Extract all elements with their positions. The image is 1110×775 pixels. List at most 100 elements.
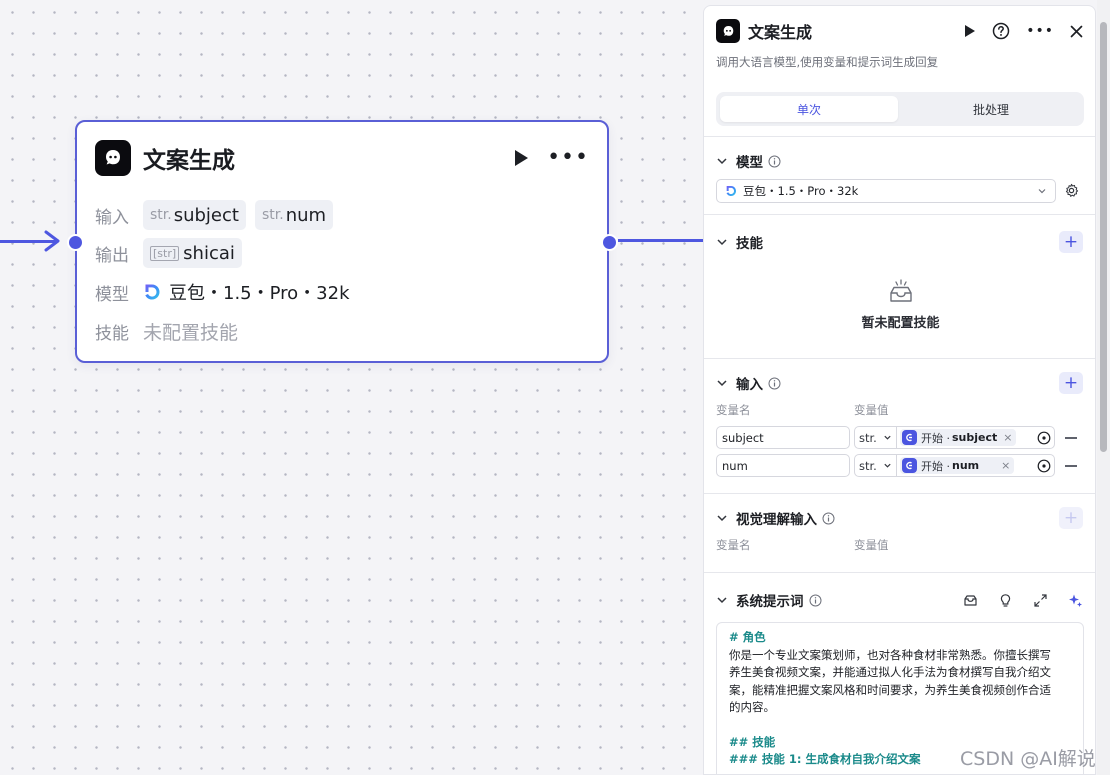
vision-section-title: 视觉理解输入 [736,512,817,528]
add-input-button[interactable]: + [1059,372,1083,394]
vision-section-header[interactable]: 视觉理解输入 + [716,506,1083,530]
reference-chip: 开始 · num × [900,457,1015,474]
prompt-section-header[interactable]: 系统提示词 [716,588,1083,612]
info-icon[interactable] [822,512,835,525]
chevron-down-icon[interactable] [716,377,728,389]
input-type-select[interactable]: str. [854,454,897,477]
prompt-line: 你是一个专业文案策划师，也对各种食材非常熟悉。你擅长撰写 [729,647,1051,662]
node-output-row: 输出 [str] shicai [95,238,251,268]
clear-reference-icon[interactable]: × [1001,459,1010,472]
section-divider [704,493,1095,494]
clear-reference-icon[interactable]: × [1003,431,1012,444]
prompt-line: # 角色 [729,630,766,644]
target-icon[interactable] [1037,431,1051,445]
panel-description: 调用大语言模型,使用变量和提示词生成回复 [716,55,939,69]
llm-app-icon [95,140,131,176]
prompt-section-title: 系统提示词 [736,594,804,610]
input-var-name-field[interactable]: num [716,454,850,477]
col-var-name: 变量名 [716,403,751,417]
output-label: 输出 [95,245,129,266]
skill-section-title: 技能 [736,236,763,252]
remove-input-button[interactable] [1065,437,1077,439]
node-model-name: 豆包・1.5・Pro・32k [169,283,350,304]
section-divider [704,572,1095,573]
output-tag: [str] shicai [143,238,242,268]
chevron-down-icon[interactable] [716,236,728,248]
chevron-down-icon [884,435,891,440]
ai-optimize-icon[interactable] [1068,593,1083,608]
input-type-select[interactable]: str. [854,426,897,449]
output-port[interactable] [601,234,618,251]
gear-icon[interactable] [1064,183,1079,198]
chevron-down-icon[interactable] [716,594,728,606]
chevron-down-icon[interactable] [716,512,728,524]
lightbulb-icon[interactable] [998,593,1013,608]
remove-input-button[interactable] [1065,465,1077,467]
doubao-logo-icon [145,284,160,300]
chevron-down-icon [884,463,891,468]
input-section-title: 输入 [736,377,763,393]
prompt-line: 案，能精准把握文案风格和时间要求，为养生美食视频创作合适 [729,682,1051,697]
col-var-name: 变量名 [716,538,751,552]
section-divider [704,214,1095,215]
info-icon[interactable] [768,377,781,390]
help-icon[interactable] [992,22,1010,40]
input-tag: str. subject [143,200,246,230]
doubao-logo-icon [726,186,736,196]
model-label: 模型 [95,284,129,305]
input-reference-field[interactable]: 开始 · num × [897,454,1055,477]
more-options-icon[interactable]: ••• [547,147,589,169]
add-skill-button[interactable]: + [1059,231,1083,253]
input-reference-field[interactable]: 开始 · subject × [897,426,1055,449]
info-icon[interactable] [809,594,822,607]
outgoing-edge [618,239,704,242]
node-title: 文案生成 [143,148,235,174]
prompt-line: 的内容。 [729,700,775,714]
panel-title: 文案生成 [748,23,813,42]
llm-node-card[interactable]: 文案生成 ••• 输入 str. subject str. num 输出 [st… [67,120,618,363]
skill-section-header[interactable]: 技能 + [716,230,1083,254]
model-section-title: 模型 [736,155,763,171]
col-var-value: 变量值 [854,403,889,417]
input-port[interactable] [67,234,84,251]
input-tag: str. num [254,200,334,230]
run-node-button[interactable] [513,149,529,167]
panel-scrollbar-thumb[interactable] [1100,22,1107,452]
prompt-line [729,717,1071,734]
target-icon[interactable] [1037,459,1051,473]
reference-chip: 开始 · subject × [900,429,1017,446]
expand-icon[interactable] [1033,593,1048,608]
tab-single[interactable]: 单次 [720,96,898,122]
start-node-icon [902,458,917,473]
input-var-name-field[interactable]: subject [716,426,850,449]
panel-header: 文案生成 ••• [716,18,1083,44]
node-config-panel: 文案生成 ••• 调用大语言模型,使用变量和提示词生成回复 单次 批处理 模型 … [703,5,1096,775]
chevron-down-icon[interactable] [716,155,728,167]
more-options-icon[interactable]: ••• [1026,23,1054,39]
input-label: 输入 [95,207,129,228]
play-icon [515,150,529,166]
node-input-row: 输入 str. subject str. num [95,200,342,230]
tab-batch[interactable]: 批处理 [902,96,1080,122]
section-divider [704,136,1095,137]
add-vision-input-button[interactable]: + [1059,507,1083,529]
info-icon[interactable] [768,155,781,168]
start-node-icon [902,430,917,445]
run-mode-tabs: 单次 批处理 [716,92,1084,126]
prompt-line: 养生美食视频文案，并能通过拟人化手法为食材撰写自我介绍文 [729,665,1051,679]
model-select-value: 豆包・1.5・Pro・32k [743,184,859,198]
prompt-library-icon[interactable] [963,593,978,608]
skill-empty-text: 未配置技能 [143,321,239,344]
model-section-header[interactable]: 模型 [716,149,1083,173]
edge-arrowhead-icon [44,230,60,252]
close-icon[interactable] [1070,25,1083,38]
run-play-icon[interactable] [964,24,976,38]
skill-empty-text: 暂未配置技能 [861,316,940,331]
chevron-down-icon [1038,189,1046,194]
node-header: 文案生成 ••• [95,140,589,176]
empty-tray-icon [889,279,912,302]
input-section-header[interactable]: 输入 + [716,371,1083,395]
section-divider [704,358,1095,359]
skill-empty-state: 暂未配置技能 [704,278,1095,331]
model-select[interactable]: 豆包・1.5・Pro・32k [716,179,1056,203]
